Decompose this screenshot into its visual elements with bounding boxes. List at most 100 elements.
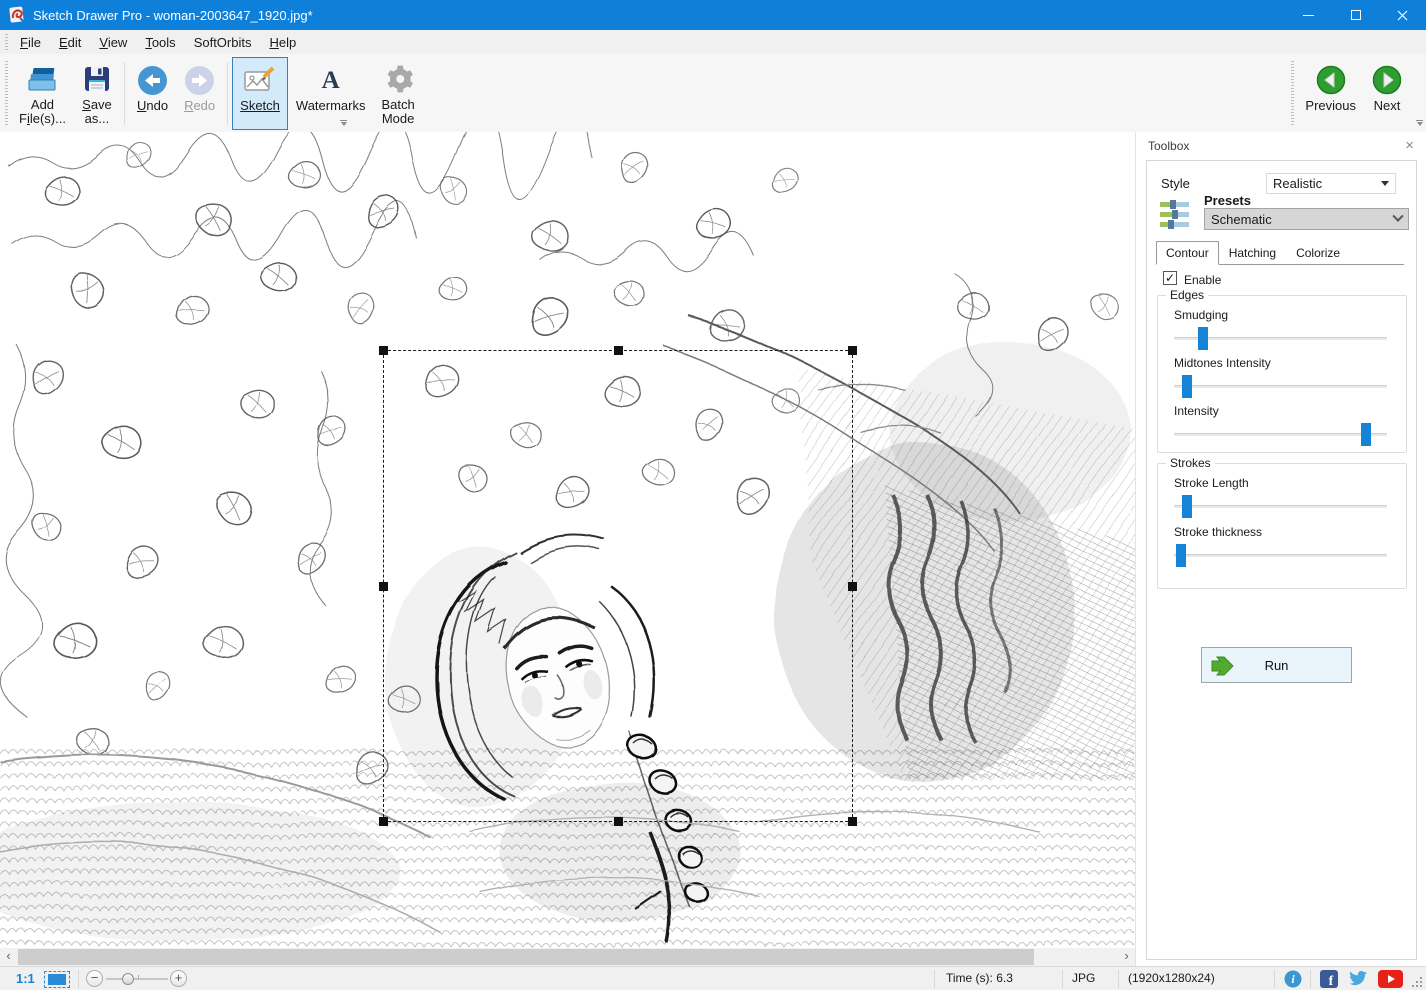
stroke-thickness-slider[interactable] bbox=[1174, 544, 1387, 567]
selection-box[interactable] bbox=[383, 350, 853, 822]
h-scrollbar[interactable]: ‹ › bbox=[0, 948, 1135, 966]
main-area: ‹ › Toolbox × Style Realistic bbox=[0, 132, 1426, 966]
scroll-left-icon[interactable]: ‹ bbox=[0, 948, 17, 966]
watermarks-button[interactable]: A Watermarks bbox=[288, 57, 374, 130]
twitter-icon[interactable] bbox=[1348, 970, 1368, 990]
redo-button[interactable]: Redo bbox=[176, 57, 223, 130]
toolbar-separator bbox=[124, 62, 125, 125]
run-button[interactable]: Run bbox=[1201, 647, 1352, 683]
selection-handle[interactable] bbox=[614, 346, 623, 355]
selection-handle[interactable] bbox=[379, 582, 388, 591]
resize-grip[interactable] bbox=[1412, 977, 1423, 990]
scroll-thumb[interactable] bbox=[18, 949, 1034, 965]
toolbox-panel: Toolbox × Style Realistic Presets bbox=[1135, 132, 1426, 966]
toolbox-content: Style Realistic Presets Schematic bbox=[1146, 160, 1417, 960]
next-button[interactable]: Next bbox=[1364, 57, 1410, 130]
strokes-group-label: Strokes bbox=[1166, 456, 1215, 470]
undo-icon bbox=[137, 62, 168, 98]
menu-item-view[interactable]: View bbox=[90, 32, 136, 53]
watermarks-icon: A bbox=[322, 62, 340, 98]
menu-item-file[interactable]: File bbox=[11, 32, 50, 53]
toolbar-grip bbox=[1291, 61, 1294, 126]
enable-checkbox[interactable]: ✓ bbox=[1163, 271, 1177, 285]
title-bar: Sketch Drawer Pro - woman-2003647_1920.j… bbox=[0, 0, 1426, 30]
save-icon bbox=[82, 62, 112, 97]
menu-item-help[interactable]: Help bbox=[260, 32, 305, 53]
separator bbox=[1274, 970, 1275, 988]
info-icon[interactable]: i bbox=[1284, 970, 1302, 990]
enable-label: Enable bbox=[1184, 273, 1221, 287]
undo-button[interactable]: Undo bbox=[129, 57, 176, 130]
maximize-icon bbox=[1351, 10, 1361, 20]
stroke-length-slider[interactable] bbox=[1174, 495, 1387, 518]
style-dropdown[interactable]: Realistic bbox=[1266, 173, 1396, 194]
run-icon bbox=[1210, 655, 1237, 677]
close-button[interactable] bbox=[1379, 0, 1426, 30]
selection-handle[interactable] bbox=[848, 817, 857, 826]
tab-contour[interactable]: Contour bbox=[1156, 241, 1219, 265]
presets-label: Presets bbox=[1204, 193, 1251, 208]
selection-handle[interactable] bbox=[379, 346, 388, 355]
slider-thumb[interactable] bbox=[1176, 544, 1186, 567]
toolbar-overflow-icon[interactable] bbox=[340, 120, 347, 126]
format-label: JPG bbox=[1072, 967, 1095, 990]
tab-hatching[interactable]: Hatching bbox=[1219, 241, 1286, 265]
toolbar-overflow-icon[interactable] bbox=[1416, 120, 1423, 126]
slider-thumb[interactable] bbox=[1182, 495, 1192, 518]
previous-button[interactable]: Previous bbox=[1297, 57, 1364, 130]
toolbox-close-icon[interactable]: × bbox=[1405, 138, 1414, 153]
midtones-intensity-slider[interactable] bbox=[1174, 375, 1387, 398]
separator bbox=[1118, 970, 1119, 988]
intensity-slider[interactable] bbox=[1174, 423, 1387, 446]
menu-item-softorbits[interactable]: SoftOrbits bbox=[185, 32, 261, 53]
smudging-slider[interactable] bbox=[1174, 327, 1387, 350]
youtube-icon[interactable] bbox=[1378, 970, 1403, 990]
toolbox-title: Toolbox bbox=[1148, 139, 1189, 153]
facebook-icon[interactable]: f bbox=[1320, 970, 1338, 990]
selection-handle[interactable] bbox=[848, 582, 857, 591]
menu-item-tools[interactable]: Tools bbox=[136, 32, 184, 53]
time-label: Time (s): 6.3 bbox=[946, 967, 1013, 990]
menu-item-edit[interactable]: Edit bbox=[50, 32, 90, 53]
canvas[interactable]: ‹ › bbox=[0, 132, 1135, 966]
zoom-slider[interactable] bbox=[106, 978, 168, 980]
menubar-grip bbox=[5, 34, 8, 50]
tab-colorize[interactable]: Colorize bbox=[1286, 241, 1350, 265]
selection-handle[interactable] bbox=[848, 346, 857, 355]
next-icon bbox=[1372, 62, 1402, 98]
separator bbox=[1062, 970, 1063, 988]
zoom-slider-thumb[interactable] bbox=[122, 973, 134, 985]
toolbar-grip bbox=[5, 61, 8, 126]
edges-group-label: Edges bbox=[1166, 288, 1208, 302]
batch-mode-button[interactable]: Batch Mode bbox=[373, 57, 422, 130]
minimize-icon bbox=[1303, 15, 1314, 16]
slider-thumb[interactable] bbox=[1182, 375, 1192, 398]
maximize-button[interactable] bbox=[1332, 0, 1379, 30]
save-as-button[interactable]: Save as... bbox=[74, 57, 120, 130]
sketch-button[interactable]: Sketch bbox=[232, 57, 288, 130]
previous-icon bbox=[1316, 62, 1346, 98]
edges-group: Edges Smudging Midtones Intensity bbox=[1157, 295, 1407, 453]
add-files-button[interactable]: Add File(s)... bbox=[11, 57, 74, 130]
separator bbox=[1310, 970, 1311, 988]
zoom-100-button[interactable]: 1:1 bbox=[16, 967, 35, 990]
selection-handle[interactable] bbox=[614, 817, 623, 826]
scroll-right-icon[interactable]: › bbox=[1118, 948, 1135, 966]
slider-thumb[interactable] bbox=[1198, 327, 1208, 350]
slider-thumb[interactable] bbox=[1361, 423, 1371, 446]
dimensions-label: (1920x1280x24) bbox=[1128, 967, 1215, 990]
minimize-button[interactable] bbox=[1285, 0, 1332, 30]
app-icon bbox=[8, 6, 26, 24]
zoom-in-button[interactable]: + bbox=[170, 970, 187, 987]
fit-screen-button[interactable] bbox=[44, 971, 70, 988]
selection-handle[interactable] bbox=[379, 817, 388, 826]
stroke-length-label: Stroke Length bbox=[1174, 476, 1387, 490]
toolbar-separator bbox=[227, 62, 228, 125]
sketch-icon bbox=[242, 62, 278, 98]
svg-text:f: f bbox=[1329, 974, 1334, 988]
status-bar: 1:1 − + Time (s): 6.3 JPG (1920x1280x24)… bbox=[0, 966, 1426, 990]
zoom-out-button[interactable]: − bbox=[86, 970, 103, 987]
presets-dropdown[interactable]: Schematic bbox=[1204, 208, 1409, 230]
toolbar: Add File(s)... Save as... Undo bbox=[0, 54, 1426, 132]
zoom-tick bbox=[138, 975, 139, 979]
